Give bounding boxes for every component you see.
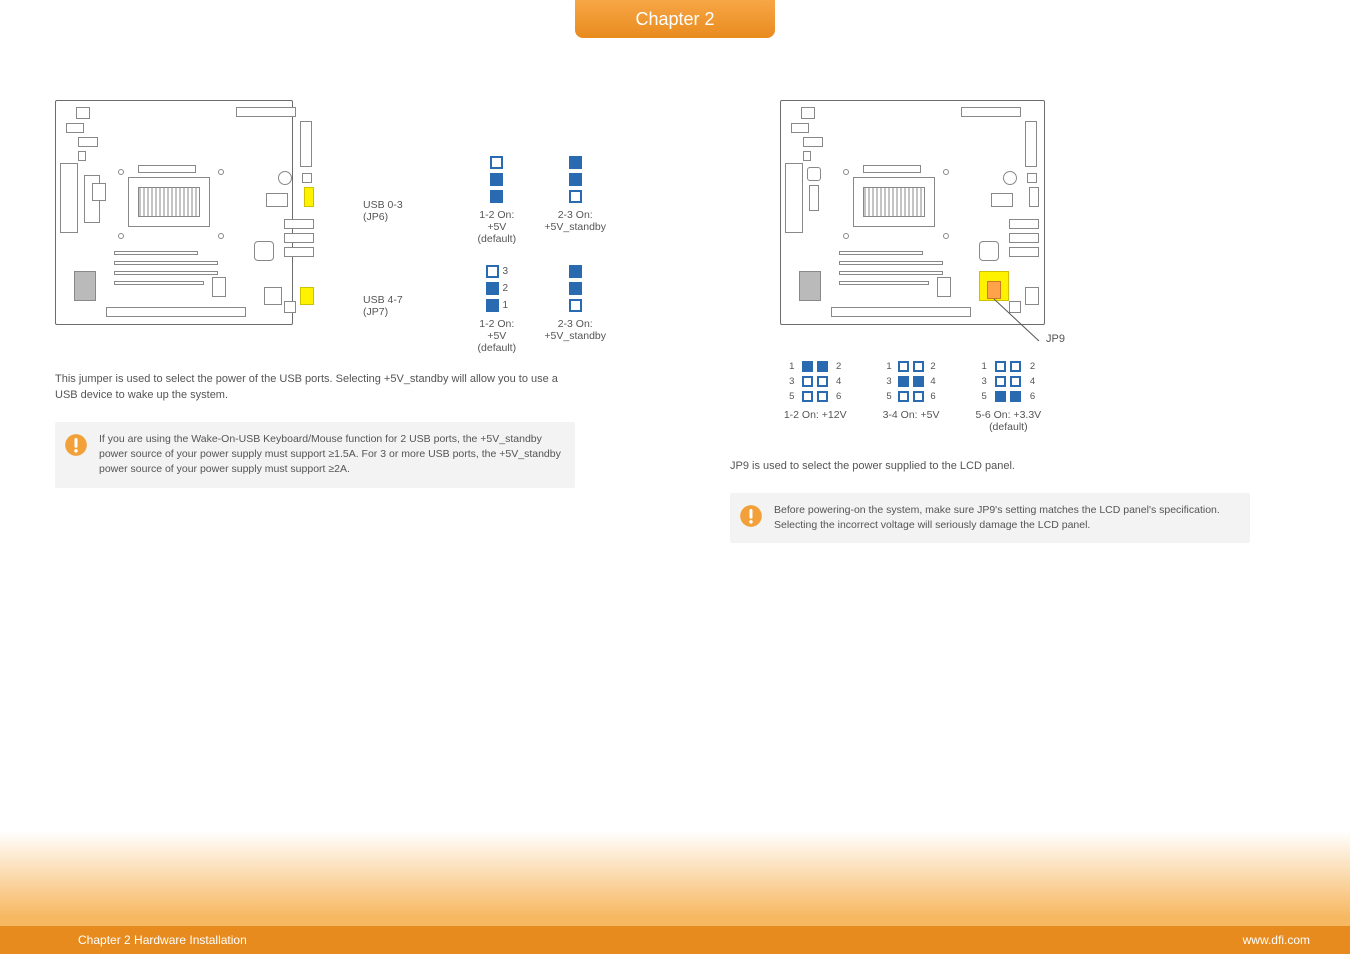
pin-on-icon — [486, 299, 499, 312]
jp7-opt2-line2: +5V_standby — [544, 330, 606, 342]
pin-on-icon — [995, 391, 1006, 402]
important-icon — [738, 503, 764, 529]
usb47-label: USB 4-7 — [363, 294, 403, 306]
pin-on-icon — [490, 173, 503, 186]
pin-icon — [486, 265, 499, 278]
pin-num: 5 — [979, 391, 989, 402]
jp6-opt1-sub: (default) — [477, 233, 516, 245]
pin-on-icon — [486, 282, 499, 295]
pin-on-icon — [817, 361, 828, 372]
jp7-opt2-line1: 2-3 On: — [544, 318, 606, 330]
left-note-box: If you are using the Wake-On-USB Keyboar… — [55, 422, 575, 488]
pin-num: 1 — [884, 361, 894, 372]
footer-right: www.dfi.com — [1243, 933, 1310, 947]
jp6-opt2-line2: +5V_standby — [544, 221, 606, 233]
jp6-highlight — [304, 187, 314, 207]
pin-num: 6 — [834, 391, 844, 402]
pin-on-icon — [569, 282, 582, 295]
chapter-tab: Chapter 2 — [575, 0, 775, 38]
pin-num: 2 — [834, 361, 844, 372]
pin-num: 3 — [787, 376, 797, 387]
jp9-option1: 1 2 3 4 5 6 1-2 On: +12V — [784, 359, 847, 433]
pin-icon — [995, 376, 1006, 387]
jp9-leader-line — [991, 297, 1051, 347]
pin1-num: 1 — [503, 300, 509, 311]
usb03-label: USB 0-3 — [363, 199, 403, 211]
page-content: USB 0-3 (JP6) USB 4-7 (JP7) — [0, 100, 1350, 880]
footer-bar: Chapter 2 Hardware Installation www.dfi.… — [0, 926, 1350, 954]
pin-icon — [1010, 376, 1021, 387]
pin-on-icon — [569, 265, 582, 278]
jp6-option1: 1-2 On: +5V (default) — [477, 154, 516, 245]
jp6-opt2-line1: 2-3 On: — [544, 209, 606, 221]
pin-num: 3 — [979, 376, 989, 387]
pin-num: 4 — [834, 376, 844, 387]
jp7-opt1-sub: (default) — [477, 342, 516, 354]
left-column: USB 0-3 (JP6) USB 4-7 (JP7) — [0, 100, 675, 880]
left-note-text: If you are using the Wake-On-USB Keyboar… — [99, 433, 561, 475]
pin-on-icon — [802, 361, 813, 372]
jp6-option2: 2-3 On: +5V_standby — [544, 154, 606, 245]
pin-num: 2 — [1028, 361, 1038, 372]
jp7-option1: 3 2 1 1-2 On: +5V (default) — [477, 263, 516, 354]
pin-on-icon — [569, 173, 582, 186]
pin-num: 4 — [1028, 376, 1038, 387]
jp9-option2: 1 2 3 4 5 6 3-4 On: +5V — [883, 359, 940, 433]
pin-num: 4 — [928, 376, 938, 387]
motherboard-diagram-left — [55, 100, 293, 325]
right-note-box: Before powering-on the system, make sure… — [730, 493, 1250, 543]
jp9-opt2-label: 3-4 On: +5V — [883, 409, 940, 421]
jp6-opt1-label: 1-2 On: +5V — [477, 209, 516, 233]
pin-icon — [802, 391, 813, 402]
pin-num: 1 — [787, 361, 797, 372]
pin-on-icon — [569, 156, 582, 169]
jp7-opt1-label: 1-2 On: +5V — [477, 318, 516, 342]
pin-num: 6 — [1028, 391, 1038, 402]
pin-on-icon — [898, 376, 909, 387]
pin-icon — [490, 156, 503, 169]
right-column: JP9 12 34 56 1-2 On: +12V 12 34 56 — [675, 100, 1350, 880]
pin-on-icon — [490, 190, 503, 203]
left-body-text: This jumper is used to select the power … — [55, 372, 575, 404]
pin-icon — [913, 391, 924, 402]
pin-icon — [569, 190, 582, 203]
pin-icon — [898, 391, 909, 402]
pin-num: 1 — [979, 361, 989, 372]
pin-num: 6 — [928, 391, 938, 402]
usb47-jp-label: (JP7) — [363, 306, 388, 318]
motherboard-diagram-right — [780, 100, 1045, 325]
pin-num: 2 — [928, 361, 938, 372]
pin-icon — [995, 361, 1006, 372]
pin-icon — [569, 299, 582, 312]
right-body-text: JP9 is used to select the power supplied… — [730, 459, 1250, 475]
jp9-option3: 1 2 3 4 5 6 5-6 On: +3.3V (default) — [976, 359, 1042, 433]
jp9-opt3-line2: (default) — [976, 421, 1042, 433]
jp7-highlight — [300, 287, 314, 305]
jp9-opt1-label: 1-2 On: +12V — [784, 409, 847, 421]
jp7-option2: 2-3 On: +5V_standby — [544, 263, 606, 354]
pin-icon — [817, 391, 828, 402]
pin3-num: 3 — [503, 266, 509, 277]
jp9-opt3-line1: 5-6 On: +3.3V — [976, 409, 1042, 421]
pin-icon — [1010, 361, 1021, 372]
pin-num: 3 — [884, 376, 894, 387]
footer-gradient — [0, 831, 1350, 926]
pin-num: 5 — [884, 391, 894, 402]
footer-left: Chapter 2 Hardware Installation — [78, 933, 247, 947]
pin-on-icon — [913, 376, 924, 387]
usb03-jp-label: (JP6) — [363, 211, 388, 223]
pin-icon — [802, 376, 813, 387]
right-note-text: Before powering-on the system, make sure… — [774, 504, 1220, 531]
pin-icon — [898, 361, 909, 372]
pin-on-icon — [1010, 391, 1021, 402]
important-icon — [63, 432, 89, 458]
pin-icon — [913, 361, 924, 372]
pin2-num: 2 — [503, 283, 509, 294]
pin-icon — [817, 376, 828, 387]
pin-num: 5 — [787, 391, 797, 402]
